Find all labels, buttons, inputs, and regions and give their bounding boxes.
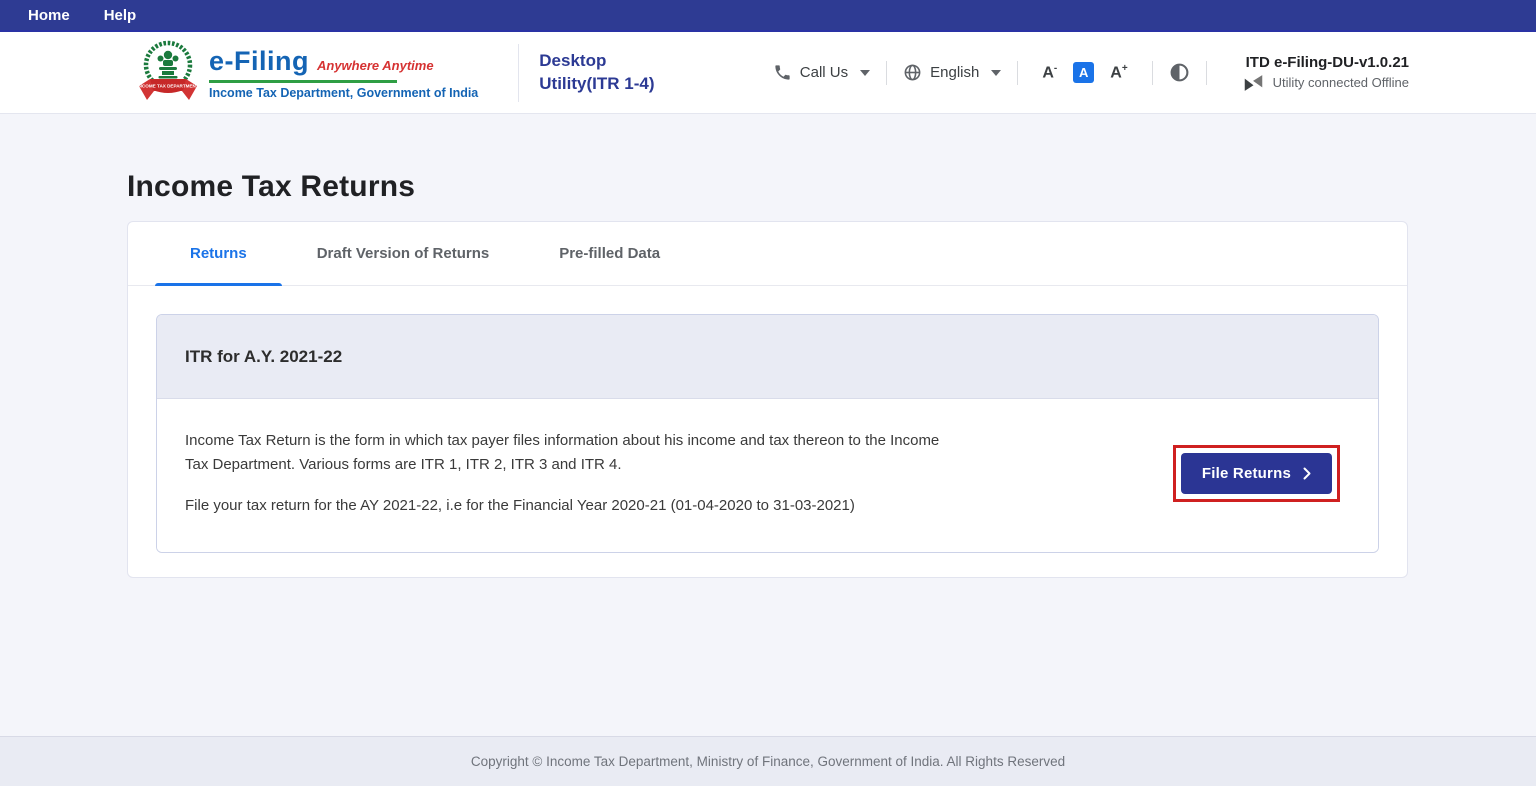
itr-filing-period: File your tax return for the AY 2021-22,… (185, 494, 955, 518)
header-divider (518, 44, 519, 102)
logo-text: e-Filing Anywhere Anytime Income Tax Dep… (209, 46, 478, 100)
tab-bar: Returns Draft Version of Returns Pre-fil… (128, 222, 1407, 286)
font-increase-button[interactable]: A+ (1110, 63, 1127, 82)
globe-icon (903, 63, 922, 82)
file-returns-label: File Returns (1202, 465, 1291, 482)
emblem-ribbon-text: INCOME TAX DEPARTMENT (137, 83, 199, 88)
brand-subtitle: Income Tax Department, Government of Ind… (209, 86, 478, 100)
page-title: Income Tax Returns (127, 170, 1409, 204)
offline-icon (1243, 74, 1264, 92)
chevron-down-icon (991, 70, 1001, 76)
app-title: Desktop Utility(ITR 1-4) (539, 50, 654, 96)
language-label: English (930, 64, 979, 81)
highlight-box: File Returns (1173, 445, 1340, 502)
itr-ay-card: ITR for A.Y. 2021-22 Income Tax Return i… (156, 314, 1379, 553)
itr-card-header: ITR for A.Y. 2021-22 (157, 315, 1378, 399)
language-dropdown[interactable]: English (903, 63, 1001, 82)
brand-tagline: Anywhere Anytime (317, 58, 434, 73)
tab-pre-filled-data[interactable]: Pre-filled Data (524, 222, 695, 285)
connection-status-text: Utility connected Offline (1273, 75, 1409, 90)
footer: Copyright © Income Tax Department, Minis… (0, 736, 1536, 786)
itd-emblem-icon: INCOME TAX DEPARTMENT (137, 38, 199, 108)
font-decrease-button[interactable]: A- (1042, 63, 1057, 82)
version-block: ITD e-Filing-DU-v1.0.21 Utility connecte… (1243, 54, 1409, 92)
returns-panel: Returns Draft Version of Returns Pre-fil… (127, 221, 1408, 578)
separator (886, 61, 887, 85)
separator (1152, 61, 1153, 85)
menu-home[interactable]: Home (28, 7, 70, 24)
app-title-line1: Desktop (539, 50, 654, 73)
copyright-text: Copyright © Income Tax Department, Minis… (471, 754, 1065, 769)
itr-description-paragraph: Income Tax Return is the form in which t… (185, 429, 955, 477)
connection-status: Utility connected Offline (1243, 74, 1409, 92)
utility-version: ITD e-Filing-DU-v1.0.21 (1246, 54, 1409, 71)
file-returns-button[interactable]: File Returns (1181, 453, 1332, 494)
itr-card-body: Income Tax Return is the form in which t… (157, 399, 1378, 552)
menu-bar: Home Help (0, 0, 1536, 32)
call-us-dropdown[interactable]: Call Us (773, 63, 870, 82)
tab-returns[interactable]: Returns (155, 222, 282, 285)
header: INCOME TAX DEPARTMENT e-Filing Anywhere … (0, 32, 1536, 114)
font-default-button[interactable]: A (1073, 62, 1094, 83)
header-controls: Call Us English A- A A+ (773, 54, 1409, 92)
separator (1206, 61, 1207, 85)
app-title-line2: Utility(ITR 1-4) (539, 73, 654, 96)
menu-help[interactable]: Help (104, 7, 137, 24)
chevron-right-icon (1303, 467, 1311, 480)
app-window: Home Help (0, 0, 1536, 786)
tab-draft-version-of-returns[interactable]: Draft Version of Returns (282, 222, 525, 285)
chevron-down-icon (860, 70, 870, 76)
itr-description: Income Tax Return is the form in which t… (185, 429, 955, 518)
separator (1017, 61, 1018, 85)
file-returns-zone: File Returns (1173, 445, 1340, 502)
call-us-label: Call Us (800, 64, 848, 81)
contrast-toggle[interactable] (1169, 62, 1190, 83)
itd-logo: INCOME TAX DEPARTMENT e-Filing Anywhere … (137, 38, 478, 108)
itr-card-title: ITR for A.Y. 2021-22 (185, 347, 342, 367)
brand-underline (209, 80, 397, 83)
brand-name: e-Filing (209, 46, 309, 77)
phone-icon (773, 63, 792, 82)
main-content: Income Tax Returns Returns Draft Version… (0, 170, 1536, 578)
